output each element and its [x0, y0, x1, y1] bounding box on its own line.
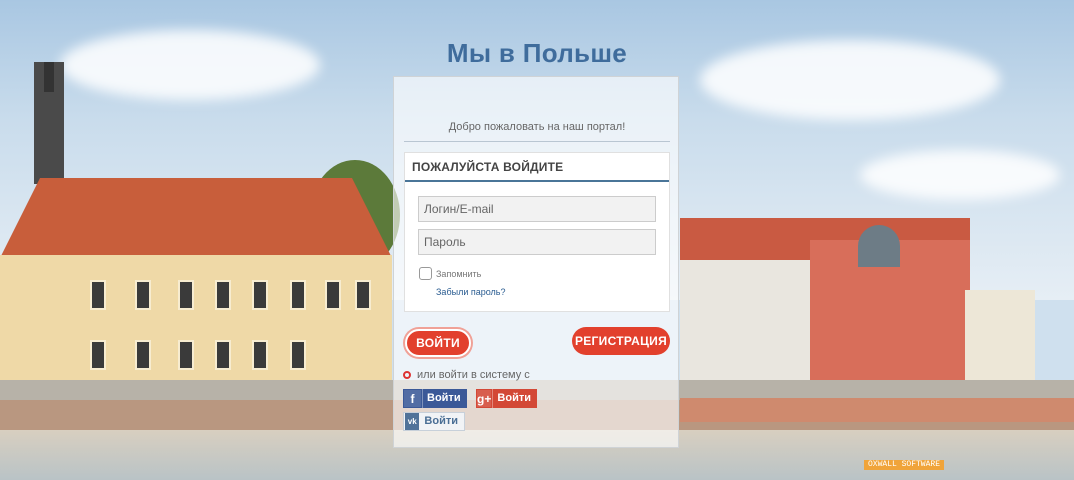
facebook-login-label: Войти: [422, 389, 467, 408]
welcome-text: Добро пожаловать на наш портал!: [404, 121, 670, 142]
social-login-prompt: или войти в систему с: [403, 369, 530, 381]
facebook-login-button[interactable]: f Войти: [403, 389, 467, 408]
embankment-right: [680, 398, 1074, 422]
forgot-password-link[interactable]: Забыли пароль?: [436, 287, 505, 297]
password-input[interactable]: [418, 229, 656, 255]
oxwall-watermark: OXWALL SOFTWARE: [864, 460, 945, 470]
facebook-icon: f: [404, 390, 421, 407]
login-button[interactable]: ВОЙТИ: [405, 329, 471, 357]
vk-login-button[interactable]: vk Войти: [403, 412, 465, 431]
google-login-label: Войти: [492, 389, 537, 408]
login-heading: ПОЖАЛУЙСТА ВОЙДИТЕ: [405, 153, 669, 182]
remember-me[interactable]: Запомнить: [419, 267, 481, 280]
remember-checkbox[interactable]: [419, 267, 432, 280]
login-form: ПОЖАЛУЙСТА ВОЙДИТЕ Запомнить Забыли паро…: [404, 152, 670, 312]
dome: [858, 225, 900, 267]
google-plus-icon: g+: [477, 390, 492, 407]
vk-icon: vk: [405, 413, 420, 430]
login-panel: Добро пожаловать на наш портал! ПОЖАЛУЙС…: [393, 76, 679, 448]
roof-left: [0, 178, 392, 258]
google-login-button[interactable]: g+ Войти: [476, 389, 537, 408]
register-button[interactable]: РЕГИСТРАЦИЯ: [572, 327, 670, 355]
building-left: [0, 255, 392, 390]
building-right-far: [965, 290, 1035, 390]
remember-label: Запомнить: [436, 268, 482, 279]
or-text: или войти в систему с: [417, 369, 530, 381]
building-right-white: [680, 260, 810, 390]
login-input[interactable]: [418, 196, 656, 222]
vk-login-label: Войти: [424, 415, 458, 427]
site-title: Мы в Польше: [446, 38, 628, 68]
cloud: [860, 150, 1060, 200]
bullet-ring-icon: [403, 371, 411, 379]
